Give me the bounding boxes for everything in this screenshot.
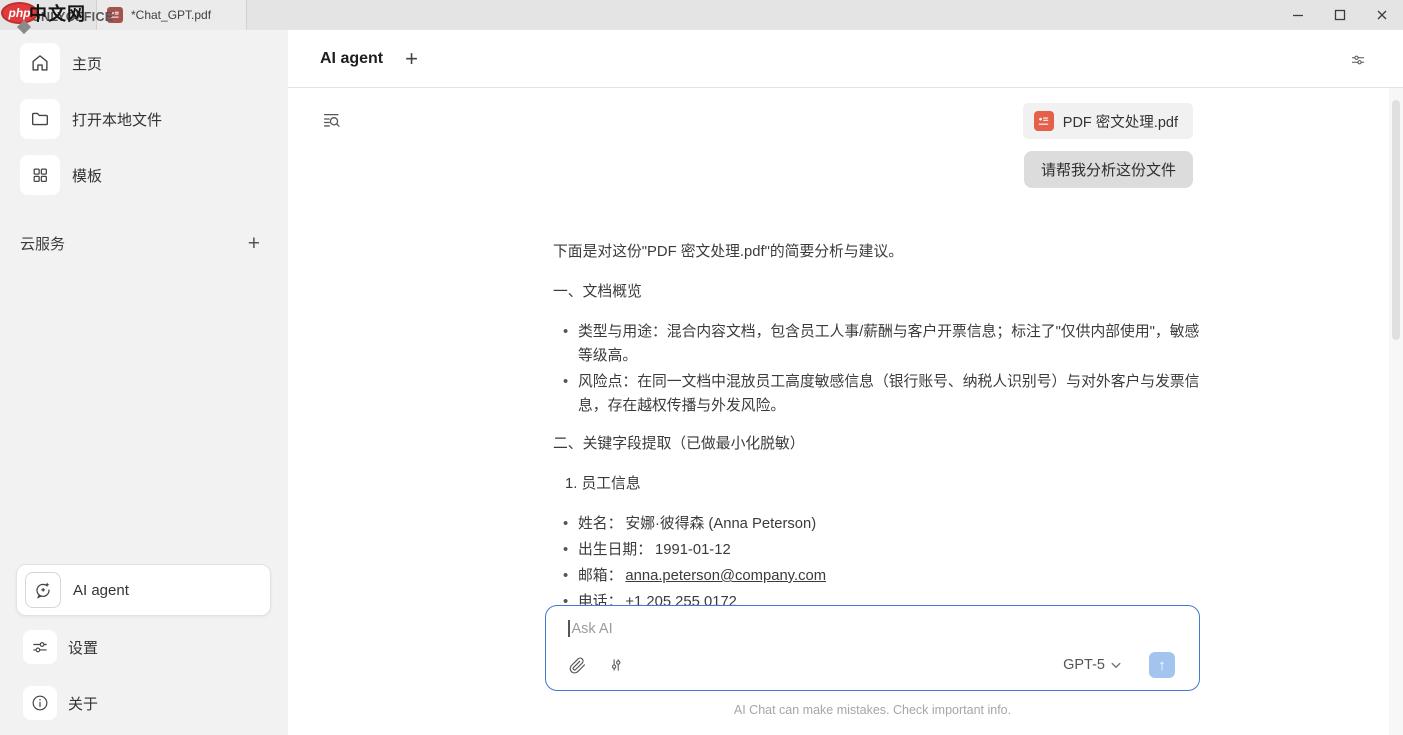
tab-label: *Chat_GPT.pdf [131, 8, 211, 22]
title-bar: ONLYOFFICE php 中文网 *Chat_GPT.pdf [0, 0, 1403, 30]
close-icon [1376, 9, 1388, 21]
sidebar-item-label: AI agent [73, 582, 129, 599]
app-window: ONLYOFFICE php 中文网 *Chat_GPT.pdf [0, 0, 1403, 735]
text-cursor [568, 620, 570, 637]
section-title: 一、文档概览 [553, 280, 1200, 304]
chat-options-icon[interactable] [1349, 51, 1367, 69]
sidebar-item-label: 关于 [68, 693, 98, 714]
cloud-services-label: 云服务 [20, 233, 65, 254]
disclaimer-text: AI Chat can make mistakes. Check importa… [545, 703, 1200, 717]
info-icon [23, 686, 57, 720]
list-item: 姓名：安娜·彼得森 (Anna Peterson) [553, 512, 1200, 536]
numbered-item: 1. 员工信息 [553, 472, 1200, 496]
sidebar-item-label: 打开本地文件 [72, 109, 162, 130]
close-button[interactable] [1361, 0, 1403, 30]
bullet-list: 类型与用途：混合内容文档，包含员工人事/薪酬与客户开票信息；标注了"仅供内部使用… [553, 320, 1200, 418]
sidebar-item-about[interactable]: 关于 [23, 686, 288, 720]
minimize-button[interactable] [1277, 0, 1319, 30]
attachment-chip[interactable]: PDF 密文处理.pdf [1023, 103, 1193, 139]
paperclip-icon [568, 656, 587, 675]
settings-sliders-icon [23, 630, 57, 664]
document-tab[interactable]: *Chat_GPT.pdf [96, 0, 247, 30]
window-controls [1277, 0, 1403, 30]
folder-icon [20, 99, 60, 139]
attachment-filename: PDF 密文处理.pdf [1063, 111, 1178, 132]
home-icon [20, 43, 60, 83]
ai-intro-text: 下面是对这份"PDF 密文处理.pdf"的简要分析与建议。 [553, 240, 1200, 264]
attach-file-button[interactable] [568, 656, 587, 675]
field-value: 安娜·彼得森 (Anna Peterson) [625, 516, 816, 532]
list-item: 风险点：在同一文档中混放员工高度敏感信息（银行账号、纳税人识别号）与对外客户与发… [553, 370, 1200, 418]
scrollbar-thumb[interactable] [1392, 100, 1400, 340]
field-value: 1991-01-12 [655, 542, 731, 558]
templates-grid-icon [20, 155, 60, 195]
maximize-button[interactable] [1319, 0, 1361, 30]
new-chat-button[interactable]: + [405, 48, 418, 70]
model-selector[interactable]: GPT-5 [1063, 657, 1121, 673]
search-chats-icon[interactable] [321, 110, 343, 132]
field-label: 姓名： [578, 516, 622, 532]
list-item: 类型与用途：混合内容文档，包含员工人事/薪酬与客户开票信息；标注了"仅供内部使用… [553, 320, 1200, 368]
ai-response: 下面是对这份"PDF 密文处理.pdf"的简要分析与建议。 一、文档概览 类型与… [553, 240, 1200, 614]
ai-agent-icon [25, 572, 61, 608]
chat-header: AI agent + [288, 30, 1403, 88]
pdf-file-icon [1034, 111, 1054, 131]
send-icon: ↑ [1158, 657, 1166, 674]
add-cloud-button[interactable]: + [248, 233, 260, 254]
sidebar-item-label: 模板 [72, 165, 102, 186]
scrollbar-track[interactable] [1389, 88, 1403, 735]
chat-area: PDF 密文处理.pdf 请帮我分析这份文件 下面是对这份"PDF 密文处理.p… [288, 88, 1403, 735]
prompt-settings-button[interactable] [607, 656, 625, 674]
user-message-bubble: 请帮我分析这份文件 [1024, 151, 1193, 188]
maximize-icon [1334, 9, 1346, 21]
email-link[interactable]: anna.peterson@company.com [625, 568, 826, 584]
sidebar-item-templates[interactable]: 模板 [20, 155, 288, 195]
list-item: 出生日期：1991-01-12 [553, 538, 1200, 562]
model-name: GPT-5 [1063, 657, 1105, 673]
section-title: 二、关键字段提取（已做最小化脱敏） [553, 432, 1200, 456]
main-panel: AI agent + [288, 30, 1403, 735]
minimize-icon [1292, 9, 1304, 21]
page-title: AI agent [320, 50, 383, 68]
cloud-services-section: 云服务 + [20, 233, 288, 254]
chevron-down-icon [1111, 662, 1121, 669]
send-button[interactable]: ↑ [1149, 652, 1175, 678]
sidebar-item-label: 主页 [72, 53, 102, 74]
list-item: 邮箱：anna.peterson@company.com [553, 564, 1200, 588]
input-placeholder: Ask AI [572, 621, 613, 637]
sidebar-item-open-local-file[interactable]: 打开本地文件 [20, 99, 288, 139]
sidebar-item-label: 设置 [68, 637, 98, 658]
field-label: 邮箱： [578, 568, 622, 584]
bullet-list: 姓名：安娜·彼得森 (Anna Peterson) 出生日期：1991-01-1… [553, 512, 1200, 614]
ai-prompt-composer: Ask AI [545, 605, 1200, 691]
field-label: 出生日期： [578, 542, 652, 558]
sidebar-item-settings[interactable]: 设置 [23, 630, 288, 664]
ask-ai-input[interactable]: Ask AI [568, 620, 1175, 637]
sidebar: 主页 打开本地文件 模 [0, 30, 288, 735]
watermark-text: 中文网 [29, 0, 86, 26]
vertical-sliders-icon [607, 656, 625, 674]
sidebar-item-ai-agent[interactable]: AI agent [16, 564, 271, 616]
app-logo: ONLYOFFICE php 中文网 [0, 0, 96, 30]
sidebar-item-home[interactable]: 主页 [20, 43, 288, 83]
